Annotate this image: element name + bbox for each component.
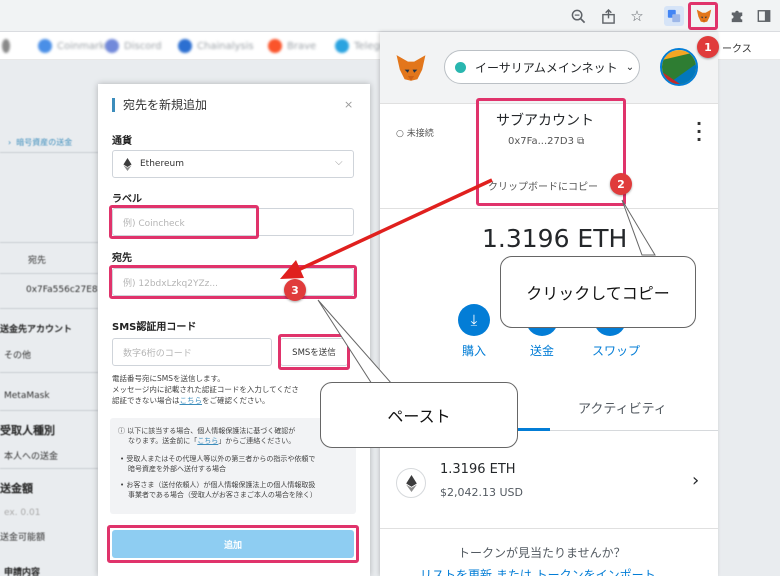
step-badge-2: 2	[610, 173, 632, 195]
copy-callout: クリックしてコピー	[500, 256, 696, 328]
paste-callout-pointer	[317, 299, 394, 385]
paste-callout: ペースト	[320, 382, 518, 448]
copy-callout-pointer	[621, 199, 656, 256]
copy-paste-arrow	[297, 178, 493, 272]
step-badge-3: 3	[284, 279, 306, 301]
step-badge-1: 1	[697, 36, 719, 58]
